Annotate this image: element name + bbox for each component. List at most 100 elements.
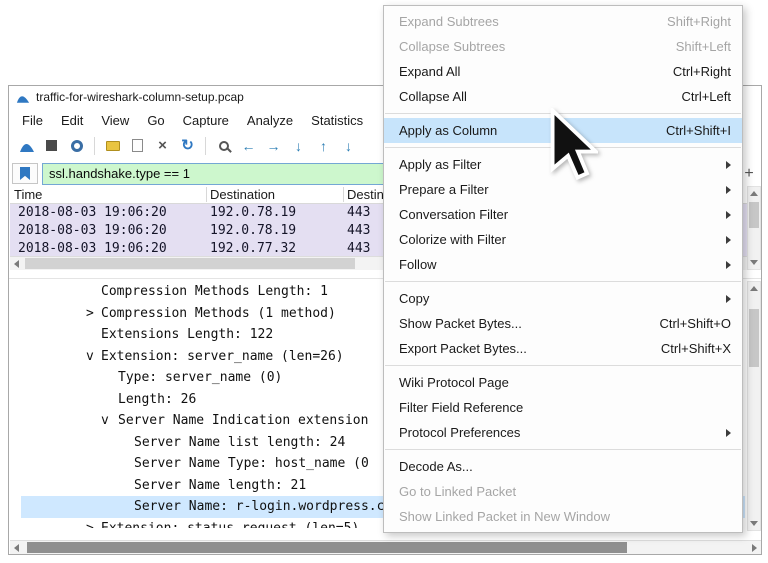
menu-item-decode-as[interactable]: Decode As... (384, 454, 742, 479)
menu-item-export-packet-bytes[interactable]: Export Packet Bytes...Ctrl+Shift+X (384, 336, 742, 361)
toolbar-separator (205, 137, 206, 155)
menu-analyze[interactable]: Analyze (238, 110, 302, 131)
submenu-arrow-icon (726, 161, 731, 169)
menu-item-collapse-subtrees[interactable]: Collapse Subtrees Shift+Left (384, 34, 742, 59)
cell-destination: 192.0.78.19 (210, 223, 296, 238)
collapsed-expander-icon[interactable]: > (86, 306, 101, 321)
menu-item-label: Decode As... (399, 459, 473, 474)
scroll-up-icon[interactable] (748, 187, 760, 200)
menu-item-show-packet-bytes[interactable]: Show Packet Bytes...Ctrl+Shift+O (384, 311, 742, 336)
context-menu: Expand SubtreesShift+Right Collapse Subt… (383, 5, 743, 533)
menu-item-label: Apply as Column (399, 123, 497, 138)
submenu-arrow-icon (726, 236, 731, 244)
vscroll-track[interactable] (748, 295, 760, 517)
menu-item-expand-subtrees[interactable]: Expand SubtreesShift+Right (384, 9, 742, 34)
scroll-down-icon[interactable] (748, 517, 760, 530)
submenu-arrow-icon (726, 429, 731, 437)
menu-item-prepare-a-filter[interactable]: Prepare a Filter (384, 177, 742, 202)
menu-item-shortcut: Ctrl+Left (682, 89, 732, 104)
go-to-packet-icon[interactable]: ↓ (287, 135, 310, 157)
mouse-cursor-icon (550, 108, 598, 180)
menu-view[interactable]: View (92, 110, 138, 131)
menu-item-collapse-all[interactable]: Collapse All Ctrl+Left (384, 84, 742, 109)
menu-item-shortcut: Shift+Left (676, 39, 731, 54)
column-divider[interactable] (206, 187, 207, 202)
filter-bookmark-button[interactable] (12, 163, 38, 184)
go-to-top-icon[interactable]: ↑ (312, 135, 335, 157)
menu-item-follow[interactable]: Follow (384, 252, 742, 277)
hscroll-thumb[interactable] (27, 542, 627, 553)
menu-item-shortcut: Shift+Right (667, 14, 731, 29)
vscroll-track[interactable] (748, 200, 760, 256)
stop-capture-icon[interactable] (40, 135, 63, 157)
close-file-icon[interactable]: × (151, 135, 174, 157)
collapsed-expander-icon[interactable]: > (86, 521, 101, 528)
menu-item-label: Collapse Subtrees (399, 39, 505, 54)
menu-item-go-to-linked-packet[interactable]: Go to Linked Packet (384, 479, 742, 504)
submenu-arrow-icon (726, 211, 731, 219)
menu-item-protocol-preferences[interactable]: Protocol Preferences (384, 420, 742, 445)
find-packet-icon[interactable] (212, 135, 235, 157)
hscroll-thumb[interactable] (25, 258, 355, 269)
menu-item-show-linked-packet-new-window[interactable]: Show Linked Packet in New Window (384, 504, 742, 529)
menu-item-shortcut: Ctrl+Right (673, 64, 731, 79)
scroll-right-icon[interactable] (748, 541, 761, 554)
menu-item-shortcut: Ctrl+Shift+O (659, 316, 731, 331)
wireshark-fin-icon[interactable] (15, 135, 38, 157)
detail-text: Compression Methods Length: 1 (101, 284, 328, 299)
submenu-arrow-icon (726, 186, 731, 194)
menu-item-filter-field-reference[interactable]: Filter Field Reference (384, 395, 742, 420)
vscroll-thumb[interactable] (749, 309, 759, 367)
detail-text: Server Name: r-login.wordpress.com (134, 499, 400, 514)
scroll-down-icon[interactable] (748, 256, 760, 269)
menu-item-conversation-filter[interactable]: Conversation Filter (384, 202, 742, 227)
hscroll-track[interactable] (23, 541, 748, 554)
packet-list-vscrollbar[interactable] (747, 186, 761, 270)
expanded-expander-icon[interactable]: v (86, 349, 101, 364)
go-to-bottom-icon[interactable]: ↓ (337, 135, 360, 157)
open-file-icon[interactable] (101, 135, 124, 157)
vscroll-thumb[interactable] (749, 202, 759, 228)
menu-item-label: Show Linked Packet in New Window (399, 509, 610, 524)
menu-item-label: Collapse All (399, 89, 467, 104)
expanded-expander-icon[interactable]: v (101, 413, 118, 428)
menu-item-label: Copy (399, 291, 429, 306)
menu-item-copy[interactable]: Copy (384, 286, 742, 311)
menu-item-label: Filter Field Reference (399, 400, 523, 415)
column-header-destination[interactable]: Destination (210, 187, 275, 202)
cell-time: 2018-08-03 19:06:20 (18, 205, 167, 220)
menu-go[interactable]: Go (138, 110, 173, 131)
capture-options-icon[interactable] (65, 135, 88, 157)
scroll-left-icon[interactable] (10, 257, 23, 270)
details-vscrollbar[interactable] (747, 281, 761, 531)
menu-item-wiki-protocol-page[interactable]: Wiki Protocol Page (384, 370, 742, 395)
details-hscrollbar[interactable] (10, 540, 761, 554)
cell-time: 2018-08-03 19:06:20 (18, 241, 167, 256)
scroll-up-icon[interactable] (748, 282, 760, 295)
go-back-icon[interactable]: ← (237, 135, 260, 157)
menu-edit[interactable]: Edit (52, 110, 92, 131)
menu-file[interactable]: File (13, 110, 52, 131)
reload-icon[interactable]: ↻ (176, 135, 199, 157)
menu-item-label: Prepare a Filter (399, 182, 489, 197)
detail-text: Server Name list length: 24 (134, 435, 345, 450)
menu-separator (385, 365, 741, 366)
wireshark-logo-icon (16, 91, 30, 104)
submenu-arrow-icon (726, 261, 731, 269)
menu-item-label: Colorize with Filter (399, 232, 506, 247)
menu-statistics[interactable]: Statistics (302, 110, 372, 131)
go-forward-icon[interactable]: → (262, 135, 285, 157)
bookmark-icon (20, 167, 30, 180)
menu-item-expand-all[interactable]: Expand AllCtrl+Right (384, 59, 742, 84)
detail-text: Server Name Indication extension (118, 413, 368, 428)
column-divider[interactable] (343, 187, 344, 202)
menu-item-label: Protocol Preferences (399, 425, 520, 440)
column-header-time[interactable]: Time (14, 187, 42, 202)
menu-capture[interactable]: Capture (174, 110, 238, 131)
menu-separator (385, 449, 741, 450)
detail-text: Length: 26 (118, 392, 196, 407)
scroll-left-icon[interactable] (10, 541, 23, 554)
save-file-icon[interactable] (126, 135, 149, 157)
menu-item-label: Wiki Protocol Page (399, 375, 509, 390)
menu-item-colorize-with-filter[interactable]: Colorize with Filter (384, 227, 742, 252)
